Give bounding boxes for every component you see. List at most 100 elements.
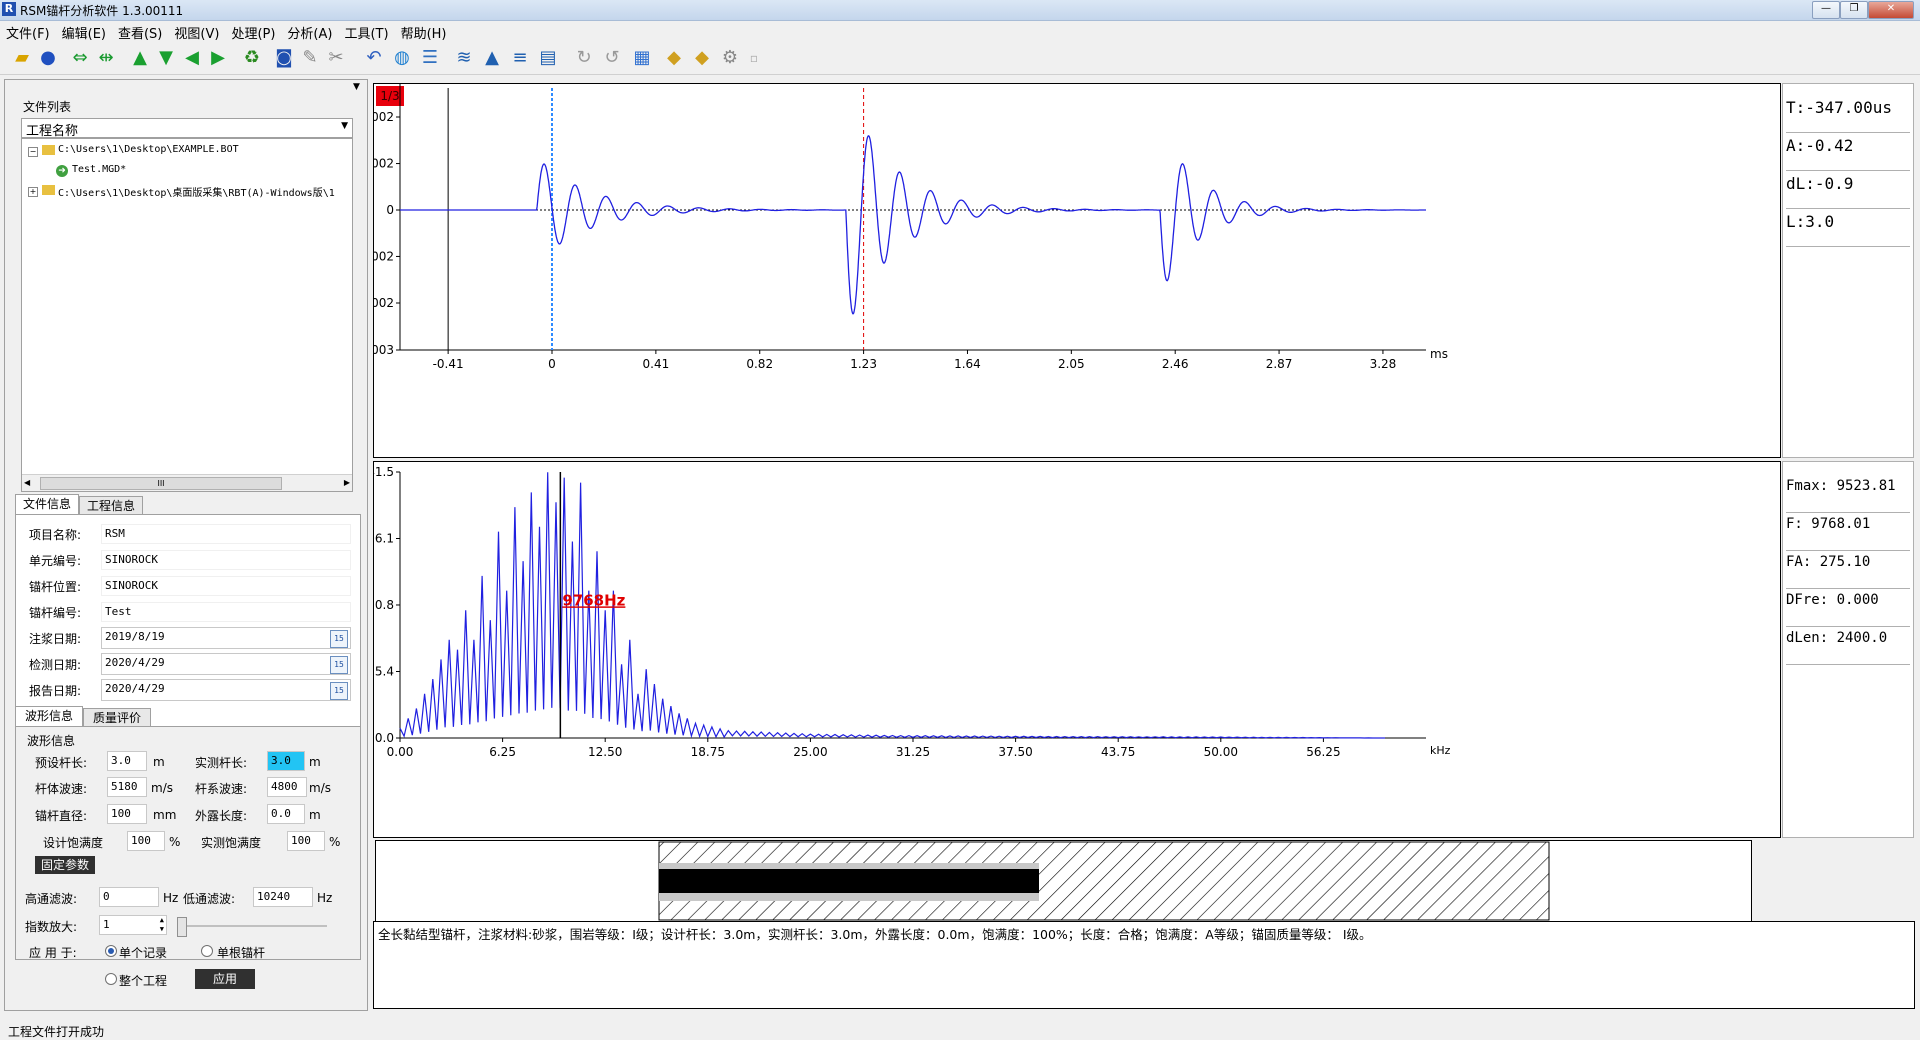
collapse-icon[interactable]: − <box>28 147 38 157</box>
undo-icon[interactable]: ↶ <box>362 46 386 70</box>
menu-tools[interactable]: 工具(T) <box>338 21 394 44</box>
menu-analysis[interactable]: 分析(A) <box>281 21 338 44</box>
highpass-label: 高通滤波: <box>25 892 78 906</box>
radio-single-rod-label: 单根锚杆 <box>217 946 266 960</box>
exp-amplify-stepper[interactable]: 1 ▲ ▼ <box>99 915 167 935</box>
highpass-field[interactable]: 0 <box>99 887 159 907</box>
tab-wave-info[interactable]: 波形信息 <box>15 706 83 726</box>
unit-percent: % <box>329 835 341 849</box>
panel-dropdown-icon[interactable]: ▼ <box>353 82 360 92</box>
project-name-field[interactable]: RSM <box>101 524 351 544</box>
menu-file[interactable]: 文件(F) <box>0 21 56 44</box>
measured-length-field[interactable]: 3.0 <box>267 751 305 771</box>
diameter-field[interactable]: 100 <box>107 804 147 824</box>
bar-speed-field[interactable]: 5180 <box>107 777 147 797</box>
rod-number-field[interactable]: Test <box>101 602 351 622</box>
minimize-button[interactable]: — <box>1812 1 1840 19</box>
wave-3-icon[interactable]: ≡ <box>508 46 532 70</box>
unit-hz: Hz <box>163 891 179 905</box>
settings-icon[interactable]: ⚙ <box>718 46 742 70</box>
info-label-rod: 锚杆编号: <box>29 606 82 620</box>
export-1-icon[interactable]: ◆ <box>662 46 686 70</box>
tool-a-icon[interactable]: ✎ <box>298 46 322 70</box>
scroll-right-icon[interactable]: ▶ <box>344 478 350 487</box>
web-icon[interactable]: ◍ <box>390 46 414 70</box>
rotate-2-icon[interactable]: ↺ <box>600 46 624 70</box>
maximize-button[interactable]: ❐ <box>1840 1 1868 19</box>
tool-b-icon[interactable]: ✂ <box>324 46 348 70</box>
calendar-icon[interactable]: 15 <box>330 682 348 700</box>
wave-2-icon[interactable]: ▲ <box>480 46 504 70</box>
waveform-chart[interactable]: msm/s²1.26E+0038.37E+0024.18E+0020-4.18E… <box>374 84 1778 454</box>
radio-single-record[interactable] <box>105 945 117 957</box>
close-button[interactable]: ✕ <box>1868 1 1914 19</box>
refresh-icon[interactable]: ♻ <box>240 46 264 70</box>
horizontal-scrollbar[interactable]: ◀ III ▶ <box>22 474 352 491</box>
spinner-icon[interactable]: ▲ ▼ <box>160 916 164 934</box>
tab-quality-eval[interactable]: 质量评价 <box>83 708 151 726</box>
fixed-params-button[interactable]: 固定参数 <box>35 856 95 874</box>
scroll-thumb[interactable]: III <box>40 477 282 490</box>
rod-position-field[interactable]: SINOROCK <box>101 576 351 596</box>
menu-edit[interactable]: 编辑(E) <box>56 21 112 44</box>
calendar-icon[interactable]: 15 <box>330 656 348 674</box>
wave-x-tick-label: 0 <box>548 357 556 371</box>
tree-item-project-2[interactable]: C:\Users\1\Desktop\桌面版采集\RBT(A)-Windows版… <box>58 184 350 199</box>
arrow-down-icon[interactable]: ▼ <box>154 46 178 70</box>
wave-x-tick-label: 0.41 <box>643 357 670 371</box>
tab-file-info[interactable]: 文件信息 <box>15 494 79 514</box>
spec-y-tick-label: 541.5 <box>374 465 394 479</box>
expand-icon[interactable]: + <box>28 187 38 197</box>
file-tree: − C:\Users\1\Desktop\EXAMPLE.BOT ➜ Test.… <box>21 138 353 492</box>
design-fill-field[interactable]: 100 <box>127 831 165 851</box>
arrows-collapse-icon[interactable]: ⇹ <box>94 46 118 70</box>
report-date-field[interactable]: 2020/4/29 15 <box>101 679 351 701</box>
exp-slider-thumb[interactable] <box>177 917 187 937</box>
globe-icon[interactable]: ● <box>36 46 60 70</box>
test-date-field[interactable]: 2020/4/29 15 <box>101 653 351 675</box>
arrows-horizontal-icon[interactable]: ⇔ <box>68 46 92 70</box>
system-speed-field[interactable]: 4800 <box>267 777 307 797</box>
unit-number-field[interactable]: SINOROCK <box>101 550 351 570</box>
wave-1-icon[interactable]: ≋ <box>452 46 476 70</box>
lowpass-field[interactable]: 10240 <box>253 887 313 907</box>
export-2-icon[interactable]: ◆ <box>690 46 714 70</box>
wave-x-tick-label: 2.87 <box>1266 357 1293 371</box>
tree-item-project[interactable]: C:\Users\1\Desktop\EXAMPLE.BOT <box>58 144 239 155</box>
wave-4-icon[interactable]: ▤ <box>536 46 560 70</box>
calendar-icon[interactable]: 15 <box>330 630 348 648</box>
preset-length-field[interactable]: 3.0 <box>107 751 147 771</box>
folder-icon <box>42 185 55 195</box>
menu-help[interactable]: 帮助(H) <box>395 21 453 44</box>
unit-percent: % <box>169 835 181 849</box>
measured-length-label: 实测杆长: <box>195 756 248 770</box>
result-text-area[interactable]: 全长黏结型锚杆，注浆材料:砂浆，围岩等级：I级；设计杆长：3.0m，实测杆长：3… <box>373 921 1915 1009</box>
project-select[interactable]: 工程名称 ▼ <box>21 118 353 139</box>
tab-project-info[interactable]: 工程信息 <box>79 496 143 514</box>
wave-y-tick-label: 4.18E+002 <box>374 157 394 171</box>
document-icon[interactable]: ☰ <box>418 46 442 70</box>
menu-process[interactable]: 处理(P) <box>225 21 281 44</box>
spec-y-tick-label: 270.8 <box>374 598 394 612</box>
arrow-right-icon[interactable]: ▶ <box>206 46 230 70</box>
grout-date-field[interactable]: 2019/8/19 15 <box>101 627 351 649</box>
measured-fill-field[interactable]: 100 <box>287 831 325 851</box>
scroll-left-icon[interactable]: ◀ <box>24 478 30 487</box>
radio-single-rod[interactable] <box>201 945 213 957</box>
arrow-left-icon[interactable]: ◀ <box>180 46 204 70</box>
arrow-up-icon[interactable]: ▲ <box>128 46 152 70</box>
radio-whole-project[interactable] <box>105 973 117 985</box>
chart-config-icon[interactable]: ▦ <box>630 46 654 70</box>
menu-view-s[interactable]: 查看(S) <box>112 21 168 44</box>
tree-item-record[interactable]: Test.MGD* <box>72 164 126 175</box>
menu-view[interactable]: 视图(V) <box>168 21 225 44</box>
readout-fa: FA: 275.10 <box>1786 554 1910 589</box>
preview-icon[interactable]: ◙ <box>272 46 296 70</box>
help-icon[interactable]: ▫ <box>742 46 766 70</box>
open-folder-icon[interactable]: ▰ <box>10 46 34 70</box>
spectrum-chart[interactable]: kHz 541.5 406.1 270.8 135.4 0.00.00 6.25 12.50 1… <box>374 462 1778 835</box>
apply-button[interactable]: 应用 <box>195 969 255 989</box>
rotate-1-icon[interactable]: ↻ <box>572 46 596 70</box>
exp-slider-track[interactable] <box>177 925 327 927</box>
exposed-length-field[interactable]: 0.0 <box>267 804 305 824</box>
